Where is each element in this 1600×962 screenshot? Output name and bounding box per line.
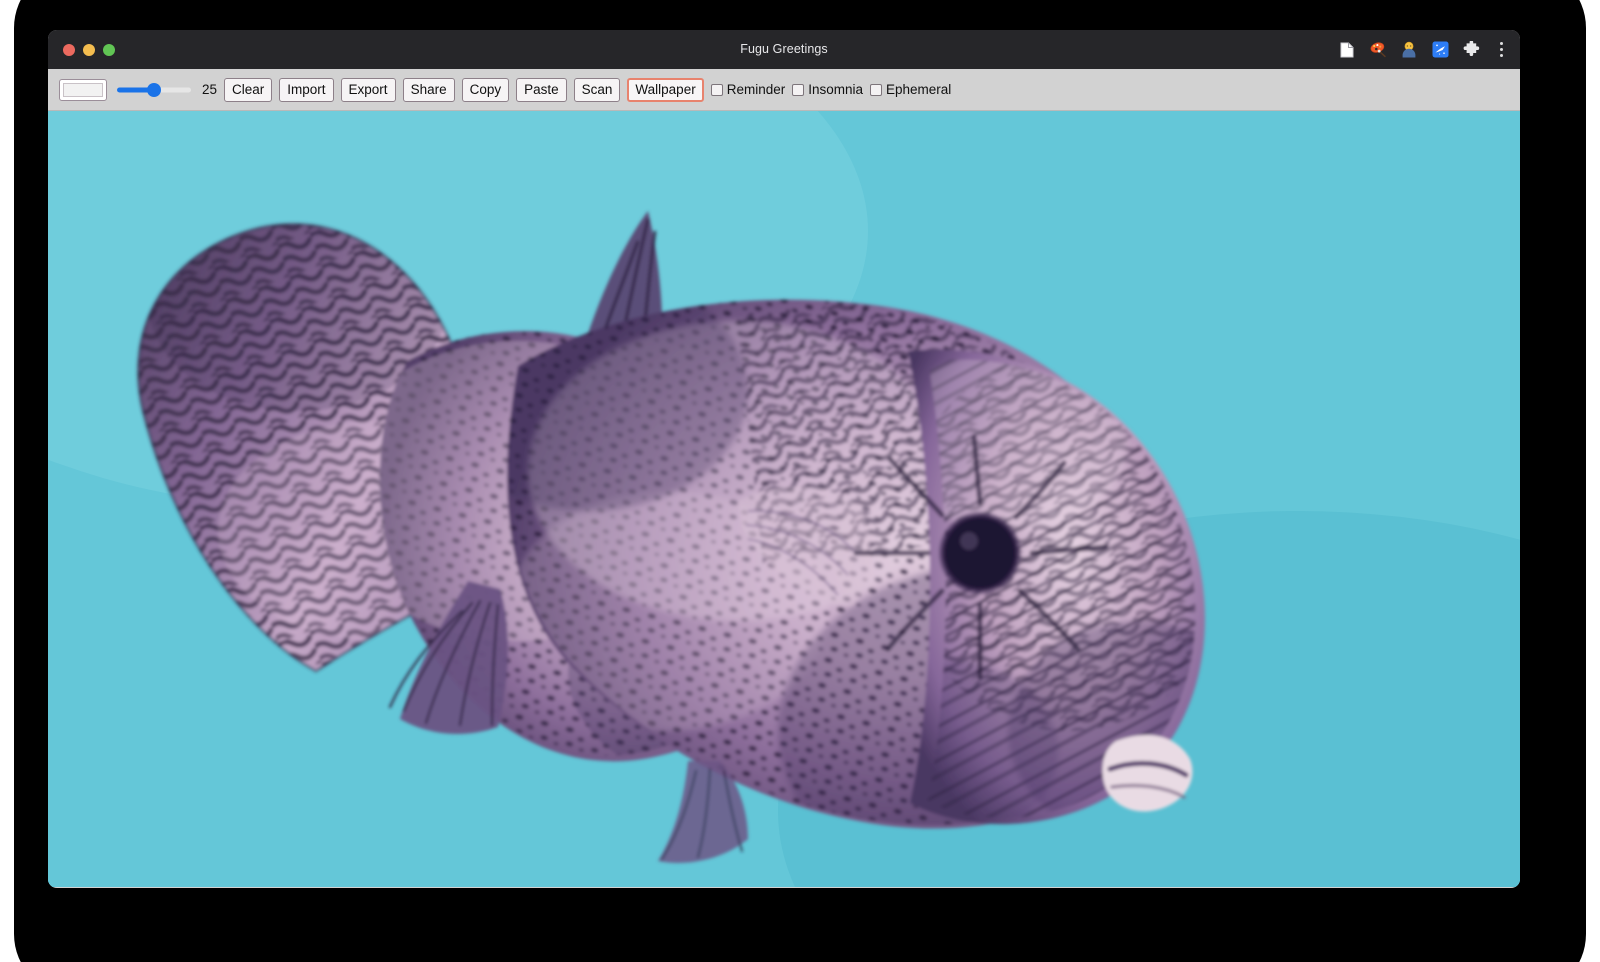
app-window: Fugu Greetings	[48, 30, 1520, 888]
ephemeral-checkbox-box[interactable]	[870, 84, 882, 96]
kebab-dot	[1500, 42, 1503, 45]
reminder-checkbox[interactable]: Reminder	[711, 82, 786, 97]
extension-app-icon[interactable]	[1429, 39, 1451, 61]
title-bar: Fugu Greetings	[48, 30, 1520, 69]
share-button[interactable]: Share	[403, 78, 455, 102]
traffic-lights	[63, 30, 115, 69]
slider-thumb[interactable]	[147, 83, 161, 97]
page-icon[interactable]	[1336, 39, 1358, 61]
wallpaper-button[interactable]: Wallpaper	[627, 78, 703, 102]
drawing-canvas[interactable]	[48, 111, 1520, 887]
reminder-checkbox-label: Reminder	[727, 82, 786, 97]
reminder-checkbox-box[interactable]	[711, 84, 723, 96]
copy-button[interactable]: Copy	[462, 78, 510, 102]
kebab-dot	[1500, 54, 1503, 57]
page-root: Fugu Greetings	[0, 0, 1600, 962]
insomnia-checkbox-label: Insomnia	[808, 82, 863, 97]
puzzle-piece-icon[interactable]	[1460, 39, 1482, 61]
ephemeral-checkbox[interactable]: Ephemeral	[870, 82, 951, 97]
export-button[interactable]: Export	[341, 78, 396, 102]
minimize-window-button[interactable]	[83, 44, 95, 56]
color-swatch-inner	[63, 83, 103, 97]
maximize-window-button[interactable]	[103, 44, 115, 56]
close-window-button[interactable]	[63, 44, 75, 56]
kebab-dot	[1500, 48, 1503, 51]
app-toolbar: 25 Clear Import Export Share Copy Paste …	[48, 69, 1520, 111]
thickness-slider[interactable]	[117, 81, 191, 99]
titlebar-actions	[1336, 30, 1510, 69]
more-options-menu-button[interactable]	[1492, 39, 1510, 61]
profile-avatar-icon[interactable]	[1398, 39, 1420, 61]
artist-palette-icon[interactable]	[1367, 39, 1389, 61]
insomnia-checkbox-box[interactable]	[792, 84, 804, 96]
ephemeral-checkbox-label: Ephemeral	[886, 82, 951, 97]
clear-button[interactable]: Clear	[224, 78, 272, 102]
pufferfish-photo	[48, 111, 1520, 887]
import-button[interactable]: Import	[279, 78, 333, 102]
thickness-value-label: 25	[199, 82, 217, 97]
insomnia-checkbox[interactable]: Insomnia	[792, 82, 863, 97]
paste-button[interactable]: Paste	[516, 78, 567, 102]
color-picker-swatch[interactable]	[59, 79, 107, 101]
scan-button[interactable]: Scan	[574, 78, 621, 102]
window-title: Fugu Greetings	[48, 30, 1520, 69]
